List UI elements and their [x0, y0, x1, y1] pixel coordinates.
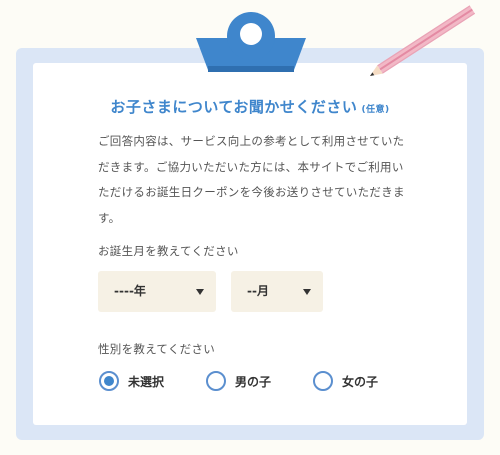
gender-option-label: 未選択 — [128, 374, 165, 389]
gender-option-label: 男の子 — [235, 374, 272, 389]
birth-month-value: --月 — [247, 284, 269, 298]
form-title: お子さまについてお聞かせください (任意) — [0, 96, 500, 117]
birth-month-select[interactable]: --月 — [231, 271, 323, 312]
birth-month-label: お誕生月を教えてください — [98, 244, 239, 258]
pencil-icon — [370, 5, 476, 76]
radio-unselected-icon — [206, 371, 226, 391]
dropdown-arrow-icon — [196, 289, 204, 295]
dropdown-arrow-icon — [303, 289, 311, 295]
optional-badge: (任意) — [361, 105, 390, 115]
radio-selected-icon — [99, 371, 119, 391]
gender-option-label: 女の子 — [342, 374, 379, 389]
clipboard-clip-icon — [196, 12, 306, 72]
gender-radio-unselected[interactable]: 未選択 — [99, 369, 164, 393]
birth-year-value: ----年 — [114, 284, 146, 298]
gender-radio-boy[interactable]: 男の子 — [206, 369, 271, 393]
birth-year-select[interactable]: ----年 — [98, 271, 216, 312]
form-title-text: お子さまについてお聞かせください — [110, 98, 358, 116]
gender-label: 性別を教えてください — [98, 342, 216, 356]
radio-unselected-icon — [313, 371, 333, 391]
form-description: ご回答内容は、サービス向上の参考として利用させていただきます。ご協力いただいた方… — [98, 134, 405, 225]
gender-radio-girl[interactable]: 女の子 — [313, 369, 378, 393]
